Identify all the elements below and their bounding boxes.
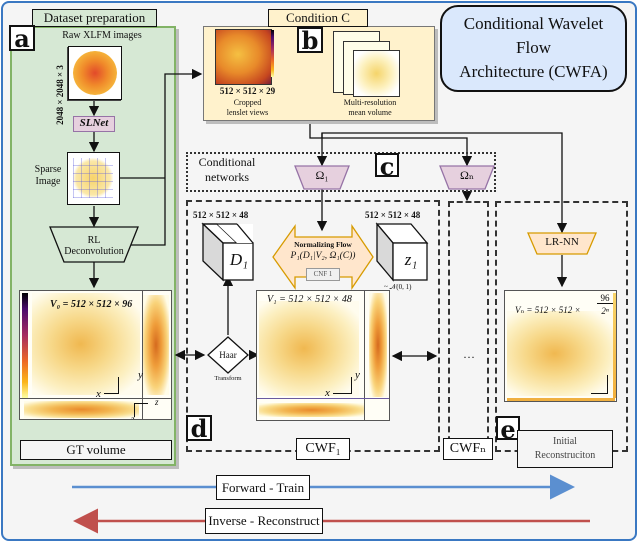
haar-transform-label: Transform <box>214 375 242 382</box>
v1-xz-projection <box>259 403 364 417</box>
title-box: Conditional Wavelet Flow Architecture (C… <box>440 5 627 92</box>
cond-net-label-1: Conditional <box>198 155 256 169</box>
flow-title: Normalizing Flow <box>294 240 352 249</box>
lenslet-dims: 512 × 512 × 29 <box>219 86 276 96</box>
gt-xz-projection <box>24 401 139 418</box>
vn-denominator: 2ⁿ <box>601 306 609 316</box>
title-line-3: Architecture (CWFA) <box>459 62 608 81</box>
gt-volume-image: V₀ = 512 × 512 × 96 y x z z <box>19 290 172 420</box>
lrnn-label: LR-NN <box>545 236 579 248</box>
haar-label: Haar <box>219 350 237 360</box>
lenslet-views-image <box>215 29 272 85</box>
gt-volume-label: GT volume <box>20 440 172 460</box>
inverse-reconstruct-label: Inverse - Reconstruct <box>205 508 323 534</box>
v1-label: V₁ = 512 × 512 × 48 <box>267 294 352 305</box>
gt-axis-z-2: z <box>131 414 135 420</box>
v1-xy-projection <box>259 301 359 396</box>
d1-label: D₁ <box>229 250 249 269</box>
v1-axis-y: y <box>355 369 360 381</box>
condition-title: Condition C <box>268 9 368 27</box>
title-line-1: Conditional Wavelet <box>463 14 604 33</box>
cwfn-label: CWFₙ <box>443 438 493 460</box>
v1-yz-projection <box>369 293 387 397</box>
gt-axis-y: y <box>138 369 143 381</box>
colorbar <box>22 293 28 398</box>
vn-numerator: 96 <box>597 293 613 304</box>
initial-reconstruction-label: Initial Reconstruciton <box>517 430 613 468</box>
cond-net-label-2: networks <box>205 170 249 184</box>
cnf-1-badge: CNF 1 <box>306 268 340 281</box>
gt-axis-z-1: z <box>155 397 159 407</box>
vn-label: Vₙ = 512 × 512 × <box>515 305 581 315</box>
mean-caption-2: mean volume <box>348 108 392 117</box>
flow-formula: P₁(D₁|V₂, Ω₁(C)) <box>290 251 356 261</box>
lenslet-colorbar <box>271 30 274 77</box>
omega-1-label: Ω₁ <box>315 168 329 182</box>
mean-volume-layer-3 <box>353 50 400 97</box>
d1-dims: 512 × 512 × 48 <box>193 210 249 220</box>
initial-caption-1: Initial <box>553 436 577 447</box>
lenslet-caption-1: Cropped <box>233 98 262 107</box>
mean-caption-1: Multi-resolution <box>343 98 397 107</box>
lenslet-caption-2: lenslet views <box>226 108 269 117</box>
cwf1-label: CWF₁ <box>296 438 350 460</box>
gt-yz-projection <box>143 295 169 395</box>
conditional-networks-label: Conditional networks <box>192 155 262 185</box>
ellipsis: ··· <box>463 350 475 364</box>
cwfn-box <box>448 201 489 452</box>
v1-volume-image: V₁ = 512 × 512 × 48 y x <box>256 290 390 421</box>
vn-xy-projection <box>507 311 613 396</box>
initial-caption-2: Reconstruciton <box>534 450 596 461</box>
forward-train-label: Forward - Train <box>216 475 310 500</box>
z1-label: z₁ <box>404 250 418 269</box>
z1-dims: 512 × 512 × 48 <box>365 210 421 220</box>
omega-n-label: Ωₙ <box>459 168 475 182</box>
rl-deconvolution-label: RL Deconvolution <box>58 235 130 257</box>
panel-letter-b: b <box>297 27 323 53</box>
rl-label-2: Deconvolution <box>64 246 124 257</box>
panel-letter-c: c <box>375 153 399 179</box>
title-line-2: Flow <box>516 38 551 57</box>
rl-label-1: RL <box>87 235 101 246</box>
panel-letter-d: d <box>186 415 212 441</box>
vn-volume-image: Vₙ = 512 × 512 × 96 2ⁿ <box>504 290 617 402</box>
v1-axis-x: x <box>325 387 330 399</box>
gt-axis-x: x <box>96 388 101 400</box>
v0-label: V₀ = 512 × 512 × 96 <box>50 299 133 310</box>
